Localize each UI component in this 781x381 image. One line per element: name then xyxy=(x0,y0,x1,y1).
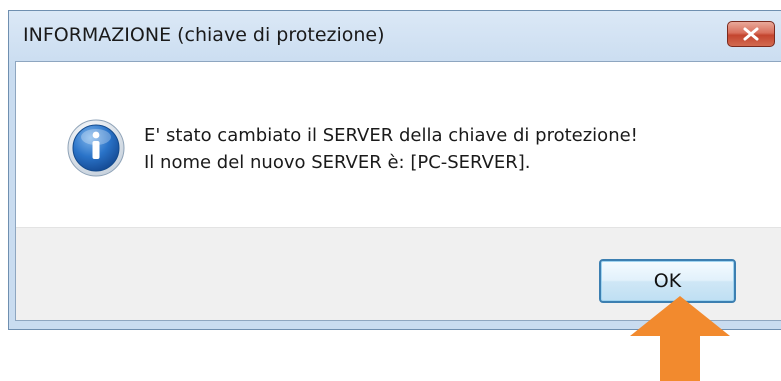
message-area: E' stato cambiato il SERVER della chiave… xyxy=(16,62,781,227)
message-line-1: E' stato cambiato il SERVER della chiave… xyxy=(144,125,638,146)
arrow-up-icon xyxy=(628,296,732,381)
message-text: E' stato cambiato il SERVER della chiave… xyxy=(144,122,638,176)
close-icon xyxy=(742,27,760,41)
message-line-2: Il nome del nuovo SERVER è: [PC-SERVER]. xyxy=(144,152,531,173)
dialog-client-area: E' stato cambiato il SERVER della chiave… xyxy=(15,61,781,321)
screenshot-stage: INFORMAZIONE (chiave di protezione) E' s… xyxy=(0,0,781,381)
dialog-titlebar[interactable]: INFORMAZIONE (chiave di protezione) xyxy=(9,11,781,61)
close-button[interactable] xyxy=(727,21,775,47)
dialog-title: INFORMAZIONE (chiave di protezione) xyxy=(23,24,385,46)
information-icon xyxy=(66,118,126,178)
info-dialog: INFORMAZIONE (chiave di protezione) E' s… xyxy=(8,10,781,330)
